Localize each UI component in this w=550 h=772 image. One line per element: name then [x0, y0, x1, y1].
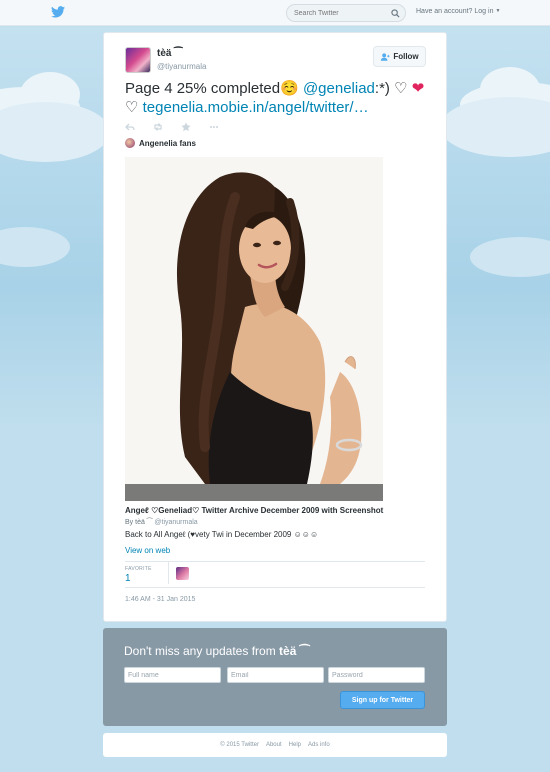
top-bar: Have an account? Log in▼: [0, 0, 550, 26]
footer-about-link[interactable]: About: [266, 742, 282, 748]
reply-icon: [125, 123, 135, 131]
twitter-bird-icon[interactable]: [51, 6, 65, 18]
context-label[interactable]: Angenelia fans: [139, 139, 196, 148]
tweet-photo[interactable]: [125, 157, 383, 501]
favorite-count[interactable]: 1: [125, 573, 131, 584]
follow-button[interactable]: Follow: [373, 46, 426, 67]
footer: © 2015 Twitter About Help Ads info: [103, 733, 447, 757]
star-icon: [181, 122, 191, 132]
follow-user-icon: [381, 52, 390, 61]
stats-separator: [168, 562, 169, 584]
favorite-label: FAVORITE: [125, 566, 152, 572]
heart-emoji: ❤: [411, 80, 425, 97]
card-title[interactable]: Angeℓ ♡Geneliad♡ Twitter Archive Decembe…: [125, 506, 425, 515]
card-by-prefix: By: [125, 519, 134, 526]
tweet-card: tèä ⁀ @tiyanurmala Follow Page 4 25% com…: [103, 32, 447, 622]
author-name[interactable]: tèä ⁀: [157, 48, 182, 59]
context-avatar: [125, 138, 135, 148]
tweet-text-end: ♡: [125, 99, 143, 116]
signup-title: Don't miss any updates from tèä ⁀: [124, 644, 309, 658]
tweet-timestamp[interactable]: 1:46 AM - 31 Jan 2015: [125, 596, 195, 603]
more-action[interactable]: [209, 121, 237, 133]
password-field[interactable]: [328, 667, 425, 683]
woman-portrait-image: [125, 157, 383, 501]
signup-title-name: tèä ⁀: [279, 644, 310, 658]
tweet-actions: [125, 121, 237, 133]
retweet-action[interactable]: [153, 121, 181, 133]
stats-divider-top: [125, 561, 425, 562]
tweet-text-start: Page 4 25% completed☺️: [125, 80, 303, 97]
card-by-name[interactable]: tèä ⁀: [135, 519, 152, 526]
signup-panel: Don't miss any updates from tèä ⁀ Sign u…: [103, 628, 447, 726]
author-handle[interactable]: @tiyanurmala: [157, 62, 206, 71]
login-link[interactable]: Log in: [474, 8, 493, 15]
signup-button[interactable]: Sign up for Twitter: [340, 691, 425, 709]
author-avatar[interactable]: [125, 47, 151, 73]
email-field[interactable]: [227, 667, 324, 683]
tweet-text: Page 4 25% completed☺️ @geneliad:*) ♡ ❤ ♡…: [125, 79, 435, 117]
view-on-web-link[interactable]: View on web: [125, 546, 170, 555]
footer-ads-info-link[interactable]: Ads info: [308, 742, 330, 748]
favorite-action[interactable]: [181, 121, 209, 133]
tweet-text-mid: :*) ♡: [374, 80, 412, 97]
retweet-icon: [154, 123, 162, 131]
reply-action[interactable]: [125, 121, 153, 133]
follow-label: Follow: [393, 52, 419, 61]
search-input[interactable]: [294, 7, 384, 20]
signup-title-prefix: Don't miss any updates from: [124, 644, 280, 658]
search-icon[interactable]: [391, 9, 400, 18]
caret-down-icon[interactable]: ▼: [495, 8, 500, 14]
context-line: Angenelia fans: [125, 138, 196, 148]
mention-link[interactable]: @geneliad: [303, 80, 375, 97]
more-dots-icon: [210, 126, 218, 128]
card-description: Back to All Angeℓ (♥vety Twi in December…: [125, 530, 319, 539]
photo-caption-bar: [125, 484, 383, 501]
footer-copyright: © 2015 Twitter: [220, 742, 259, 748]
favoriter-avatar[interactable]: [176, 567, 189, 580]
tweet-url-link[interactable]: tegenelia.mobie.in/angel/twitter/…: [143, 99, 369, 116]
search-box: [286, 4, 406, 22]
stats-divider-bottom: [125, 587, 425, 588]
login-area: Have an account? Log in ▼: [416, 8, 500, 15]
account-prompt: Have an account?: [416, 8, 473, 15]
card-by-handle[interactable]: @tiyanurmala: [154, 519, 197, 526]
fullname-field[interactable]: [124, 667, 221, 683]
footer-help-link[interactable]: Help: [289, 742, 301, 748]
card-byline: By tèä ⁀ @tiyanurmala: [125, 518, 198, 526]
